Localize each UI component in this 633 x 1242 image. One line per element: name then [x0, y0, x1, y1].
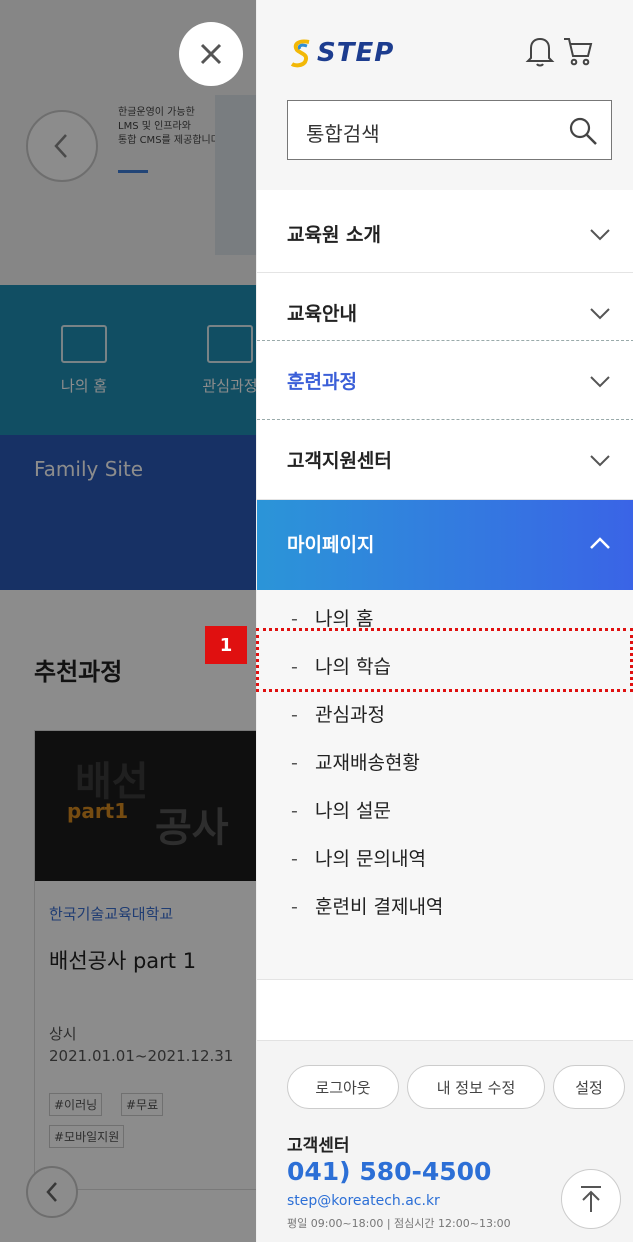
menu-item-intro[interactable]: 교육원 소개 — [257, 190, 633, 273]
dash: - — [291, 752, 298, 774]
drawer-footer: 로그아웃 내 정보 수정 설정 고객센터 041) 580-4500 step@… — [257, 1040, 633, 1242]
edit-info-button[interactable]: 내 정보 수정 — [407, 1065, 545, 1109]
chevron-down-icon — [590, 376, 610, 388]
customer-center-title: 고객센터 — [287, 1136, 350, 1156]
side-menu-drawer: STEP 통합검색 교육원 소개 교육안내 훈련과정 고객지원센터 마이페이지 … — [256, 0, 633, 1242]
submenu-item-label: 관심과정 — [315, 704, 385, 726]
dim-overlay[interactable] — [0, 0, 256, 1242]
annotation-marker: 1 — [205, 626, 247, 664]
dash: - — [291, 800, 298, 822]
dash: - — [291, 848, 298, 870]
annotation-highlight-box — [256, 628, 633, 692]
submenu-item-label: 나의 설문 — [315, 800, 391, 822]
chevron-down-icon — [590, 308, 610, 320]
search-input[interactable]: 통합검색 — [306, 118, 380, 147]
chevron-up-icon — [590, 537, 610, 549]
search-icon[interactable] — [567, 115, 599, 147]
customer-center-email[interactable]: step@koreatech.ac.kr — [287, 1193, 440, 1209]
submenu-item-label: 나의 홈 — [315, 608, 374, 630]
submenu-item-label: 교재배송현황 — [315, 752, 420, 774]
logo-text: STEP — [317, 38, 395, 68]
dash: - — [291, 704, 298, 726]
logout-button[interactable]: 로그아웃 — [287, 1065, 399, 1109]
submenu-item-label: 나의 문의내역 — [315, 848, 426, 870]
close-icon — [200, 43, 222, 65]
menu-item-label: 훈련과정 — [287, 371, 357, 393]
logo-mark-icon — [290, 39, 310, 68]
drawer-header: STEP 통합검색 — [257, 0, 633, 200]
submenu-item-label: 훈련비 결제내역 — [315, 896, 444, 918]
search-field[interactable]: 통합검색 — [287, 100, 612, 160]
menu-item-mypage[interactable]: 마이페이지 — [257, 500, 633, 590]
chevron-down-icon — [590, 229, 610, 241]
menu-item-support-center[interactable]: 고객지원센터 — [257, 420, 633, 500]
customer-center-phone[interactable]: 041) 580-4500 — [287, 1157, 491, 1186]
dash: - — [291, 896, 298, 918]
submenu-item-interest-courses[interactable]: - 관심과정 — [291, 700, 385, 727]
scroll-top-button[interactable] — [561, 1169, 621, 1229]
menu-item-label: 마이페이지 — [287, 534, 375, 556]
submenu-item-payment-history[interactable]: - 훈련비 결제내역 — [291, 892, 443, 919]
menu-item-label: 고객지원센터 — [287, 450, 392, 472]
customer-center-hours: 평일 09:00~18:00 | 점심시간 12:00~13:00 — [287, 1217, 511, 1230]
submenu-item-my-survey[interactable]: - 나의 설문 — [291, 796, 391, 823]
arrow-up-icon — [581, 1186, 601, 1212]
step-logo[interactable]: STEP — [289, 38, 394, 68]
menu-item-label: 교육안내 — [287, 303, 357, 325]
submenu-item-my-home[interactable]: - 나의 홈 — [291, 604, 373, 631]
close-menu-button[interactable] — [179, 22, 243, 86]
menu-item-training-course[interactable]: 훈련과정 — [257, 340, 633, 420]
cart-icon[interactable] — [561, 34, 595, 68]
dash: - — [291, 608, 298, 630]
submenu-item-my-inquiries[interactable]: - 나의 문의내역 — [291, 844, 426, 871]
chevron-down-icon — [590, 455, 610, 467]
submenu-item-textbook-delivery[interactable]: - 교재배송현황 — [291, 748, 420, 775]
menu-item-label: 교육원 소개 — [287, 224, 382, 246]
settings-button[interactable]: 설정 — [553, 1065, 625, 1109]
bell-icon[interactable] — [525, 34, 555, 68]
